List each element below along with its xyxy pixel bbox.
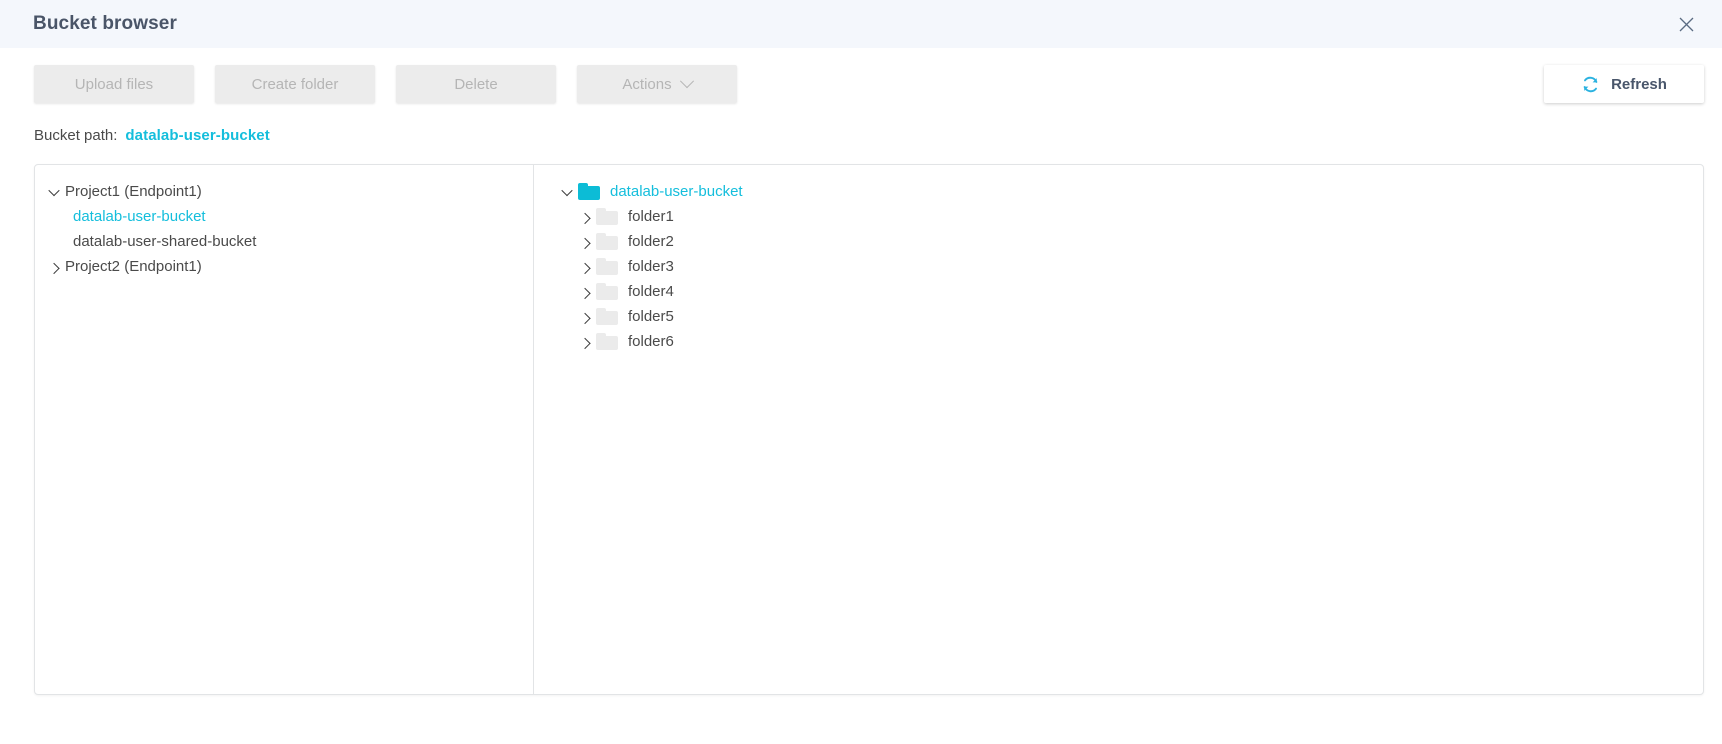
tree-item-folder1[interactable]: folder1 <box>534 204 1703 229</box>
tree-item-folder2[interactable]: folder2 <box>534 229 1703 254</box>
folder-icon-grey <box>596 283 618 300</box>
toolbar: Upload files Create folder Delete Action… <box>0 48 1722 120</box>
chevron-right-icon[interactable] <box>574 212 596 224</box>
actions-label: Actions <box>622 75 672 93</box>
folder-icon-grey <box>596 308 618 325</box>
tree-item-label: folder2 <box>628 233 674 250</box>
actions-dropdown-button[interactable]: Actions <box>577 65 737 103</box>
upload-files-button[interactable]: Upload files <box>34 65 194 103</box>
delete-label: Delete <box>454 75 498 93</box>
refresh-button[interactable]: Refresh <box>1544 65 1704 103</box>
tree-item-folder4[interactable]: folder4 <box>534 279 1703 304</box>
chevron-right-icon[interactable] <box>574 287 596 299</box>
chevron-right-icon[interactable] <box>574 262 596 274</box>
folder-icon-cyan <box>578 183 600 200</box>
create-folder-label: Create folder <box>251 75 339 93</box>
close-icon <box>1678 16 1695 33</box>
tree-item-label: Project2 (Endpoint1) <box>65 258 202 275</box>
tree-item-folder3[interactable]: folder3 <box>534 254 1703 279</box>
tree-item-label: folder5 <box>628 308 674 325</box>
chevron-right-icon[interactable] <box>574 312 596 324</box>
refresh-label: Refresh <box>1611 75 1667 93</box>
chevron-right-icon[interactable] <box>43 262 65 274</box>
bucket-contents-panel: datalab-user-bucket folder1 folder2 fold… <box>534 165 1703 694</box>
folder-icon-grey <box>596 258 618 275</box>
tree-item-label: datalab-user-shared-bucket <box>73 233 257 250</box>
folder-icon-grey <box>596 333 618 350</box>
bucket-path: Bucket path: datalab-user-bucket <box>0 120 1722 150</box>
tree-item-label: datalab-user-bucket <box>610 183 743 200</box>
browser-panels: Project1 (Endpoint1) datalab-user-bucket… <box>34 164 1704 695</box>
tree-item-label: folder6 <box>628 333 674 350</box>
tree-item-label: Project1 (Endpoint1) <box>65 183 202 200</box>
tree-item-label: folder3 <box>628 258 674 275</box>
tree-item-label: folder1 <box>628 208 674 225</box>
refresh-icon <box>1581 75 1600 94</box>
tree-item-project2[interactable]: Project2 (Endpoint1) <box>35 254 533 279</box>
folder-icon-grey <box>596 208 618 225</box>
tree-item-label: folder4 <box>628 283 674 300</box>
delete-button[interactable]: Delete <box>396 65 556 103</box>
chevron-right-icon[interactable] <box>574 337 596 349</box>
create-folder-button[interactable]: Create folder <box>215 65 375 103</box>
tree-item-label: datalab-user-bucket <box>73 208 206 225</box>
chevron-down-icon <box>679 74 694 89</box>
tree-item-datalab-user-bucket[interactable]: datalab-user-bucket <box>35 204 533 229</box>
upload-files-label: Upload files <box>74 75 154 93</box>
projects-panel: Project1 (Endpoint1) datalab-user-bucket… <box>35 165 534 694</box>
tree-item-datalab-user-shared-bucket[interactable]: datalab-user-shared-bucket <box>35 229 533 254</box>
dialog-header: Bucket browser <box>0 0 1722 48</box>
toolbar-button-group: Upload files Create folder Delete Action… <box>34 65 737 103</box>
tree-item-project1[interactable]: Project1 (Endpoint1) <box>35 179 533 204</box>
chevron-down-icon[interactable] <box>556 184 578 196</box>
chevron-down-icon[interactable] <box>43 184 65 196</box>
bucket-path-label: Bucket path: <box>34 126 118 144</box>
tree-item-folder6[interactable]: folder6 <box>534 329 1703 354</box>
tree-item-folder5[interactable]: folder5 <box>534 304 1703 329</box>
bucket-path-value[interactable]: datalab-user-bucket <box>125 127 269 144</box>
folder-icon-grey <box>596 233 618 250</box>
chevron-right-icon[interactable] <box>574 237 596 249</box>
page-title: Bucket browser <box>33 13 177 34</box>
close-button[interactable] <box>1672 10 1700 38</box>
tree-item-bucket-root[interactable]: datalab-user-bucket <box>534 179 1703 204</box>
